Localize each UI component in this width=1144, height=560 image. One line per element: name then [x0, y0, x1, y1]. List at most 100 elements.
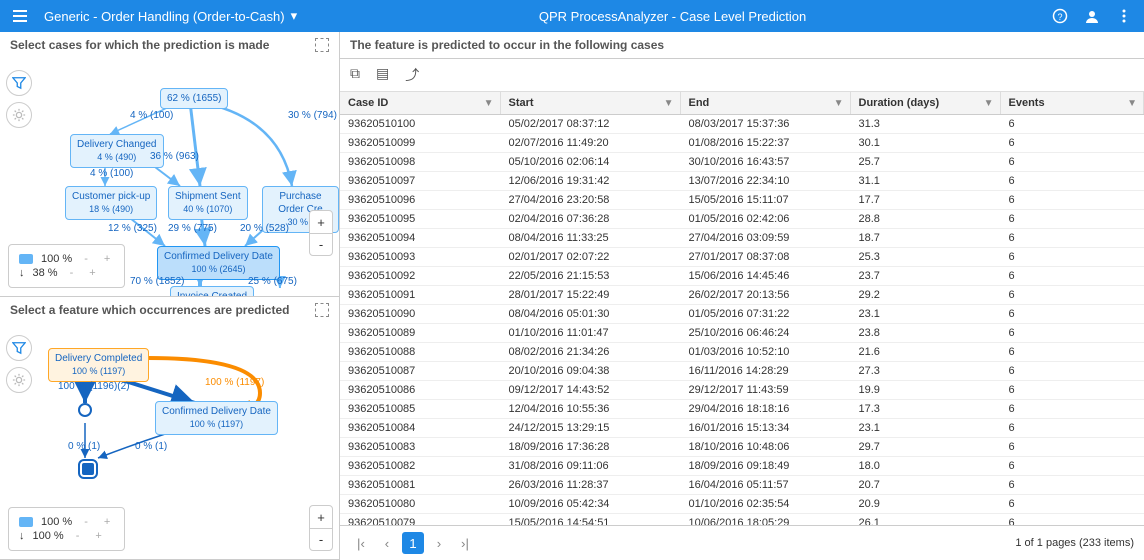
model-dropdown[interactable]: Generic - Order Handling (Order-to-Cash)… — [44, 8, 297, 24]
table-row[interactable]: 9362051009502/04/2016 07:36:2801/05/2016… — [340, 210, 1144, 229]
table-row[interactable]: 9362051008901/10/2016 11:01:4725/10/2016… — [340, 324, 1144, 343]
start-node[interactable] — [78, 403, 92, 417]
flow-node[interactable]: Confirmed Delivery Date100 % (2645) — [157, 246, 280, 280]
cell: 02/07/2016 11:49:20 — [500, 134, 680, 153]
cell: 29.2 — [850, 286, 1000, 305]
menu-icon[interactable] — [8, 4, 32, 28]
pager-page[interactable]: 1 — [402, 532, 424, 554]
gear-icon[interactable] — [6, 367, 32, 393]
filter-icon[interactable]: ▼ — [484, 98, 494, 109]
zoom-out[interactable]: - — [310, 233, 332, 255]
cell: 93620510094 — [340, 229, 500, 248]
cell: 30/10/2016 16:43:57 — [680, 153, 850, 172]
export-doc-icon[interactable]: ▤ — [376, 65, 389, 85]
cell: 19.9 — [850, 381, 1000, 400]
legend-plus[interactable]: + — [85, 267, 99, 279]
legend-minus[interactable]: - — [80, 253, 92, 265]
cell: 23.1 — [850, 305, 1000, 324]
pager-last[interactable]: ›| — [454, 532, 476, 554]
table-row[interactable]: 9362051009627/04/2016 23:20:5815/05/2016… — [340, 191, 1144, 210]
cell: 16/11/2016 14:28:29 — [680, 362, 850, 381]
legend-minus[interactable]: - — [66, 267, 78, 279]
export-pdf-icon[interactable]: ⤴ — [405, 65, 419, 85]
table-row[interactable]: 9362051008424/12/2015 13:29:1516/01/2016… — [340, 419, 1144, 438]
cell: 18.7 — [850, 229, 1000, 248]
table-row[interactable]: 9362051009712/06/2016 19:31:4213/07/2016… — [340, 172, 1144, 191]
filter-icon[interactable] — [6, 335, 32, 361]
table-row[interactable]: 9362051009222/05/2016 21:15:5315/06/2016… — [340, 267, 1144, 286]
pager-first[interactable]: |‹ — [350, 532, 372, 554]
pager-prev[interactable]: ‹ — [376, 532, 398, 554]
cell: 93620510088 — [340, 343, 500, 362]
cell: 93620510091 — [340, 286, 500, 305]
cell: 93620510083 — [340, 438, 500, 457]
table-row[interactable]: 9362051008609/12/2017 14:43:5229/12/2017… — [340, 381, 1144, 400]
flow-node[interactable]: 62 % (1655) — [160, 88, 228, 109]
export-xlsx-icon[interactable]: ⧉ — [350, 65, 360, 85]
filter-icon[interactable]: ▼ — [834, 98, 844, 109]
filter-icon[interactable]: ▼ — [984, 98, 994, 109]
expand-icon[interactable] — [315, 303, 329, 317]
column-header[interactable]: Case ID▼ — [340, 92, 500, 115]
column-header[interactable]: Start▼ — [500, 92, 680, 115]
flow-node[interactable]: Delivery Completed100 % (1197) — [48, 348, 149, 382]
table-row[interactable]: 9362051009302/01/2017 02:07:2227/01/2017… — [340, 248, 1144, 267]
table-row[interactable]: 9362051008126/03/2016 11:28:3716/04/2016… — [340, 476, 1144, 495]
column-header[interactable]: Duration (days)▼ — [850, 92, 1000, 115]
cell: 6 — [1000, 343, 1144, 362]
table-row[interactable]: 9362051008720/10/2016 09:04:3816/11/2016… — [340, 362, 1144, 381]
table-row[interactable]: 9362051007915/05/2016 14:54:5110/06/2016… — [340, 514, 1144, 526]
cell: 6 — [1000, 324, 1144, 343]
flowchart-canvas[interactable]: 62 % (1655) Delivery Changed4 % (490) Cu… — [0, 58, 339, 296]
gear-icon[interactable] — [6, 102, 32, 128]
filter-icon[interactable] — [6, 70, 32, 96]
table-row[interactable]: 9362051009128/01/2017 15:22:4926/02/2017… — [340, 286, 1144, 305]
pager-next[interactable]: › — [428, 532, 450, 554]
cell: 17.3 — [850, 400, 1000, 419]
legend-plus[interactable]: + — [91, 530, 105, 542]
expand-icon[interactable] — [315, 38, 329, 52]
cell: 6 — [1000, 172, 1144, 191]
flow-node[interactable]: Invoice Created — [170, 286, 254, 296]
help-icon[interactable]: ? — [1048, 4, 1072, 28]
flow-node[interactable]: Shipment Sent40 % (1070) — [168, 186, 248, 220]
cell: 93620510079 — [340, 514, 500, 526]
table-row[interactable]: 9362051009805/10/2016 02:06:1430/10/2016… — [340, 153, 1144, 172]
legend-plus[interactable]: + — [100, 516, 114, 528]
cell: 08/04/2016 11:33:25 — [500, 229, 680, 248]
cell: 6 — [1000, 400, 1144, 419]
table-row[interactable]: 9362051008010/09/2016 05:42:3401/10/2016… — [340, 495, 1144, 514]
legend-minus[interactable]: - — [80, 516, 92, 528]
cell: 29/12/2017 11:43:59 — [680, 381, 850, 400]
more-icon[interactable] — [1112, 4, 1136, 28]
table-row[interactable]: 9362051009408/04/2016 11:33:2527/04/2016… — [340, 229, 1144, 248]
table-row[interactable]: 9362051009008/04/2016 05:01:3001/05/2016… — [340, 305, 1144, 324]
flow-node[interactable]: Customer pick-up18 % (490) — [65, 186, 157, 220]
zoom-in[interactable]: + — [310, 211, 332, 233]
table-row[interactable]: 9362051008318/09/2016 17:36:2818/10/2016… — [340, 438, 1144, 457]
legend-plus[interactable]: + — [100, 253, 114, 265]
table-row[interactable]: 9362051008231/08/2016 09:11:0618/09/2016… — [340, 457, 1144, 476]
cell: 93620510085 — [340, 400, 500, 419]
table-row[interactable]: 9362051010005/02/2017 08:37:1208/03/2017… — [340, 115, 1144, 134]
cell: 6 — [1000, 267, 1144, 286]
table-row[interactable]: 9362051008808/02/2016 21:34:2601/03/2016… — [340, 343, 1144, 362]
flow-node[interactable]: Confirmed Delivery Date100 % (1197) — [155, 401, 278, 435]
table-row[interactable]: 9362051009902/07/2016 11:49:2001/08/2016… — [340, 134, 1144, 153]
column-header[interactable]: Events▼ — [1000, 92, 1144, 115]
column-header[interactable]: End▼ — [680, 92, 850, 115]
zoom-out[interactable]: - — [310, 528, 332, 550]
user-icon[interactable] — [1080, 4, 1104, 28]
cell: 25.3 — [850, 248, 1000, 267]
filter-icon[interactable]: ▼ — [664, 98, 674, 109]
zoom-in[interactable]: + — [310, 506, 332, 528]
table-row[interactable]: 9362051008512/04/2016 10:55:3629/04/2016… — [340, 400, 1144, 419]
cell: 6 — [1000, 191, 1144, 210]
cell: 27/04/2016 23:20:58 — [500, 191, 680, 210]
legend-minus[interactable]: - — [72, 530, 84, 542]
cell: 6 — [1000, 210, 1144, 229]
filter-icon[interactable]: ▼ — [1127, 98, 1137, 109]
flowchart-canvas[interactable]: Delivery Completed100 % (1197) Confirmed… — [0, 323, 339, 559]
end-node[interactable] — [82, 463, 94, 475]
cell: 08/04/2016 05:01:30 — [500, 305, 680, 324]
